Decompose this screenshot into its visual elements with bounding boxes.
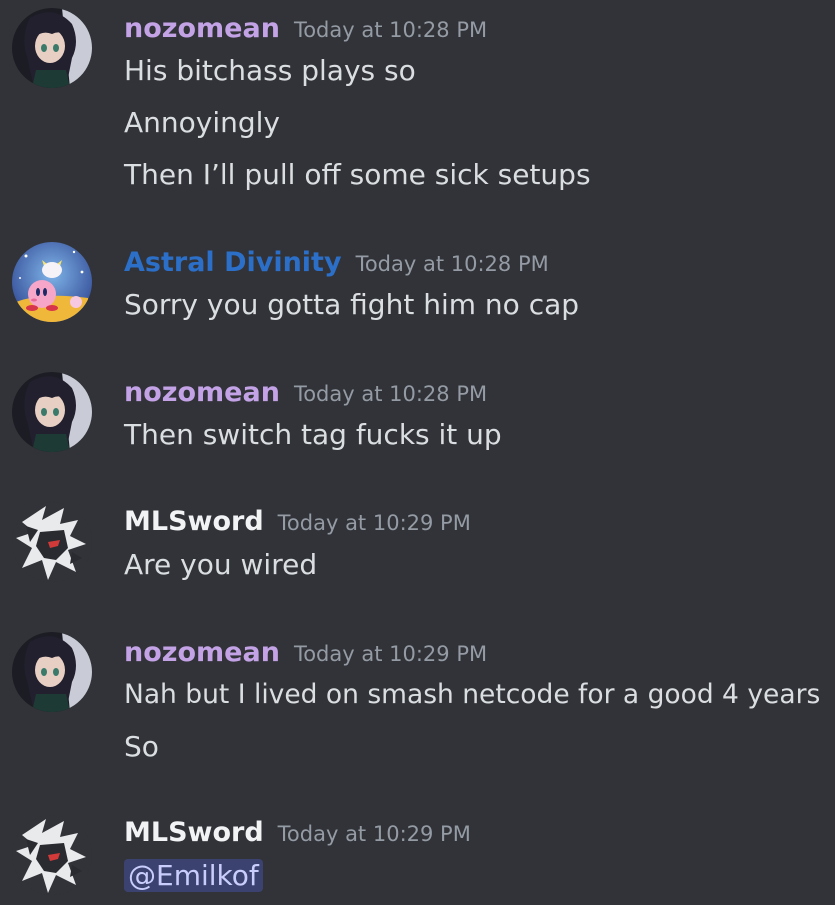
- armored-knight-avatar-icon[interactable]: [12, 815, 92, 895]
- anime-girl-avatar-icon[interactable]: [12, 372, 92, 452]
- message-text: Then switch tag fucks it up: [124, 418, 502, 451]
- message-text: His bitchass plays so: [124, 54, 416, 87]
- username[interactable]: MLSword: [124, 506, 264, 537]
- message-text: Sorry you gotta fight him no cap: [124, 288, 580, 321]
- message-header: MLSword Today at 10:29 PM: [124, 816, 471, 850]
- timestamp: Today at 10:29 PM: [277, 822, 471, 846]
- message-header: nozomean Today at 10:28 PM: [124, 376, 487, 410]
- timestamp: Today at 10:28 PM: [355, 252, 549, 276]
- message-text: @Emilkof: [124, 858, 263, 894]
- message-text: Then I’ll pull off some sick setups: [124, 158, 591, 191]
- message-group: MLSword Today at 10:29 PM @Emilkof: [0, 808, 835, 905]
- message-header: Astral Divinity Today at 10:28 PM: [124, 246, 549, 280]
- message-group: nozomean Today at 10:28 PM His bitchass p…: [0, 0, 835, 200]
- user-mention[interactable]: @Emilkof: [124, 859, 263, 892]
- username[interactable]: nozomean: [124, 377, 280, 408]
- message-header: nozomean Today at 10:28 PM: [124, 12, 487, 46]
- message-group: Astral Divinity Today at 10:28 PM Sorry y…: [0, 235, 835, 335]
- message-text: So: [124, 730, 159, 763]
- timestamp: Today at 10:28 PM: [293, 382, 488, 406]
- message-group: MLSword Today at 10:29 PM Are you wired: [0, 495, 835, 595]
- username[interactable]: nozomean: [124, 637, 280, 668]
- message-header: MLSword Today at 10:29 PM: [124, 505, 471, 539]
- anime-girl-avatar-icon[interactable]: [12, 632, 92, 712]
- kirby-avatar-icon[interactable]: [12, 242, 92, 322]
- message-group: nozomean Today at 10:28 PM Then switch ta…: [0, 365, 835, 465]
- anime-girl-avatar-icon[interactable]: [12, 8, 92, 88]
- message-group: nozomean Today at 10:29 PM Nah but I live…: [0, 625, 835, 785]
- username[interactable]: MLSword: [124, 817, 264, 848]
- timestamp: Today at 10:28 PM: [293, 18, 488, 42]
- username[interactable]: Astral Divinity: [124, 247, 342, 278]
- message-text: Annoyingly: [124, 106, 280, 139]
- message-text: Nah but I lived on smash netcode for a g…: [124, 679, 821, 710]
- message-text: Are you wired: [124, 548, 318, 581]
- username[interactable]: nozomean: [124, 13, 280, 44]
- timestamp: Today at 10:29 PM: [277, 511, 471, 535]
- message-header: nozomean Today at 10:29 PM: [124, 636, 487, 670]
- armored-knight-avatar-icon[interactable]: [12, 502, 92, 582]
- timestamp: Today at 10:29 PM: [293, 642, 488, 666]
